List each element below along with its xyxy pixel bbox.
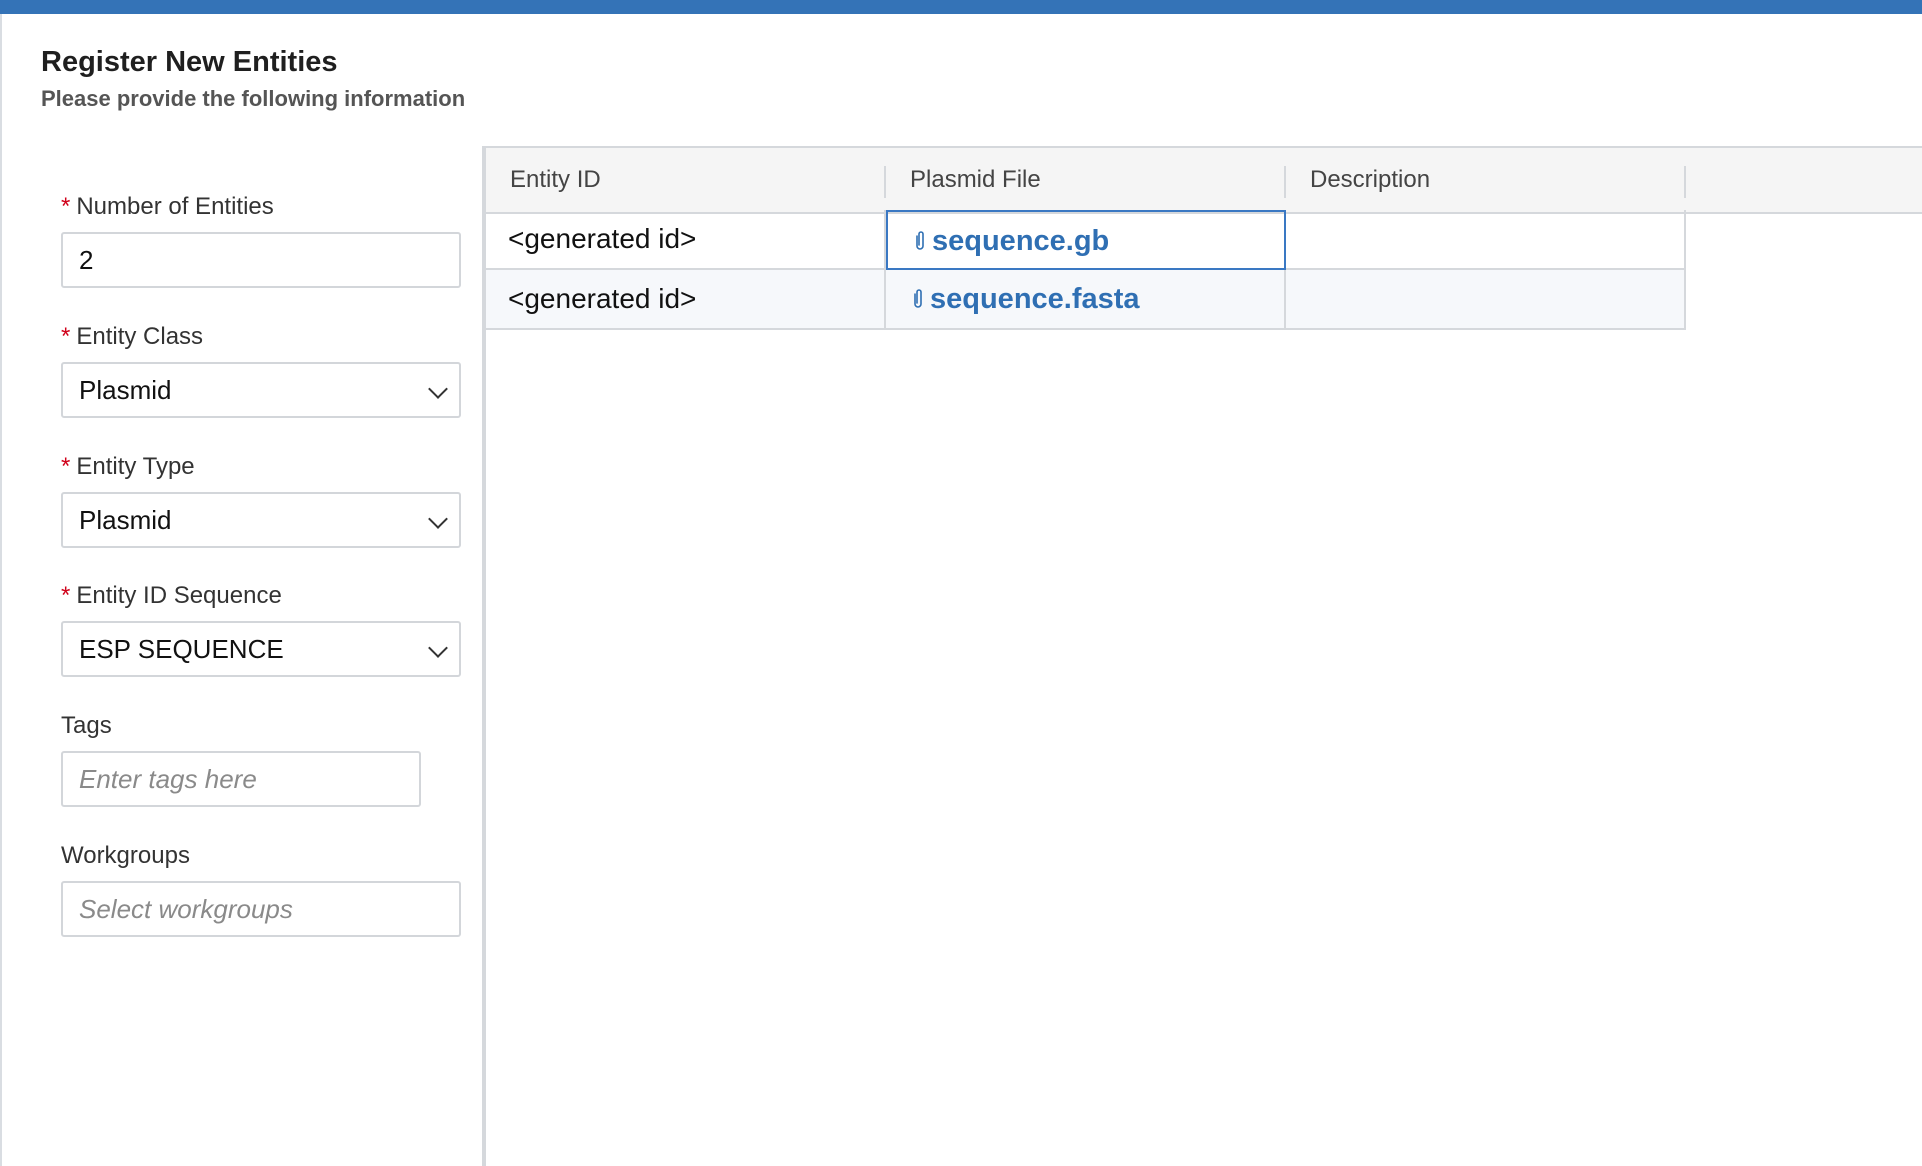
tags-field: Tags Enter tags here xyxy=(61,709,461,807)
paperclip-icon xyxy=(914,289,922,308)
paperclip-icon xyxy=(916,231,924,250)
description-cell[interactable] xyxy=(1286,210,1686,270)
chevron-down-icon xyxy=(415,623,459,675)
entity-class-label: * Entity Class xyxy=(61,323,204,350)
plasmid-file-link[interactable]: sequence.gb xyxy=(932,225,1109,257)
chevron-down-icon xyxy=(415,364,459,416)
entity-class-value: Plasmid xyxy=(79,375,172,405)
entity-id-sequence-label: * Entity ID Sequence xyxy=(61,582,282,609)
entity-id-sequence-value: ESP SEQUENCE xyxy=(79,634,284,664)
tags-label: Tags xyxy=(61,712,112,739)
entity-type-label: * Entity Type xyxy=(61,453,195,480)
plasmid-file-cell[interactable]: sequence.gb xyxy=(886,210,1286,270)
required-marker: * xyxy=(61,582,71,609)
grid-header: Entity ID Plasmid File Description xyxy=(486,146,1922,214)
top-accent-bar xyxy=(0,0,1922,14)
entity-class-select[interactable]: Plasmid xyxy=(61,362,461,418)
column-header-entity-id[interactable]: Entity ID xyxy=(486,148,886,212)
description-cell[interactable] xyxy=(1286,270,1686,330)
number-of-entities-input[interactable]: 2 xyxy=(61,232,461,288)
entity-id-cell[interactable]: <generated id> xyxy=(486,270,886,330)
number-of-entities-field: * Number of Entities 2 xyxy=(61,190,461,288)
table-row: <generated id> sequence.gb xyxy=(486,210,1686,270)
column-header-plasmid-file[interactable]: Plasmid File xyxy=(886,148,1286,212)
page-title: Register New Entities xyxy=(41,46,338,78)
table-row: <generated id> sequence.fasta xyxy=(486,270,1686,330)
entity-class-field: * Entity Class Plasmid xyxy=(61,320,461,418)
page-subtitle: Please provide the following information xyxy=(41,86,466,111)
entity-type-select[interactable]: Plasmid xyxy=(61,492,461,548)
workgroups-select[interactable]: Select workgroups xyxy=(61,881,461,937)
required-marker: * xyxy=(61,323,71,350)
column-separator[interactable] xyxy=(1684,166,1686,198)
workgroups-field: Workgroups Select workgroups xyxy=(61,839,461,937)
required-marker: * xyxy=(61,453,71,480)
number-of-entities-label: * Number of Entities xyxy=(61,193,274,220)
left-edge xyxy=(0,14,2,1166)
entity-id-sequence-select[interactable]: ESP SEQUENCE xyxy=(61,621,461,677)
required-marker: * xyxy=(61,193,71,220)
tags-input[interactable]: Enter tags here xyxy=(61,751,421,807)
chevron-down-icon xyxy=(415,494,459,546)
workgroups-label: Workgroups xyxy=(61,842,190,869)
entity-type-value: Plasmid xyxy=(79,505,172,535)
plasmid-file-cell[interactable]: sequence.fasta xyxy=(886,270,1286,330)
entity-id-cell[interactable]: <generated id> xyxy=(486,210,886,270)
entity-grid: Entity ID Plasmid File Description <gene… xyxy=(486,146,1922,330)
entity-type-field: * Entity Type Plasmid xyxy=(61,450,461,548)
column-header-description[interactable]: Description xyxy=(1286,148,1686,212)
entity-id-sequence-field: * Entity ID Sequence ESP SEQUENCE xyxy=(61,579,461,677)
plasmid-file-link[interactable]: sequence.fasta xyxy=(930,283,1140,315)
